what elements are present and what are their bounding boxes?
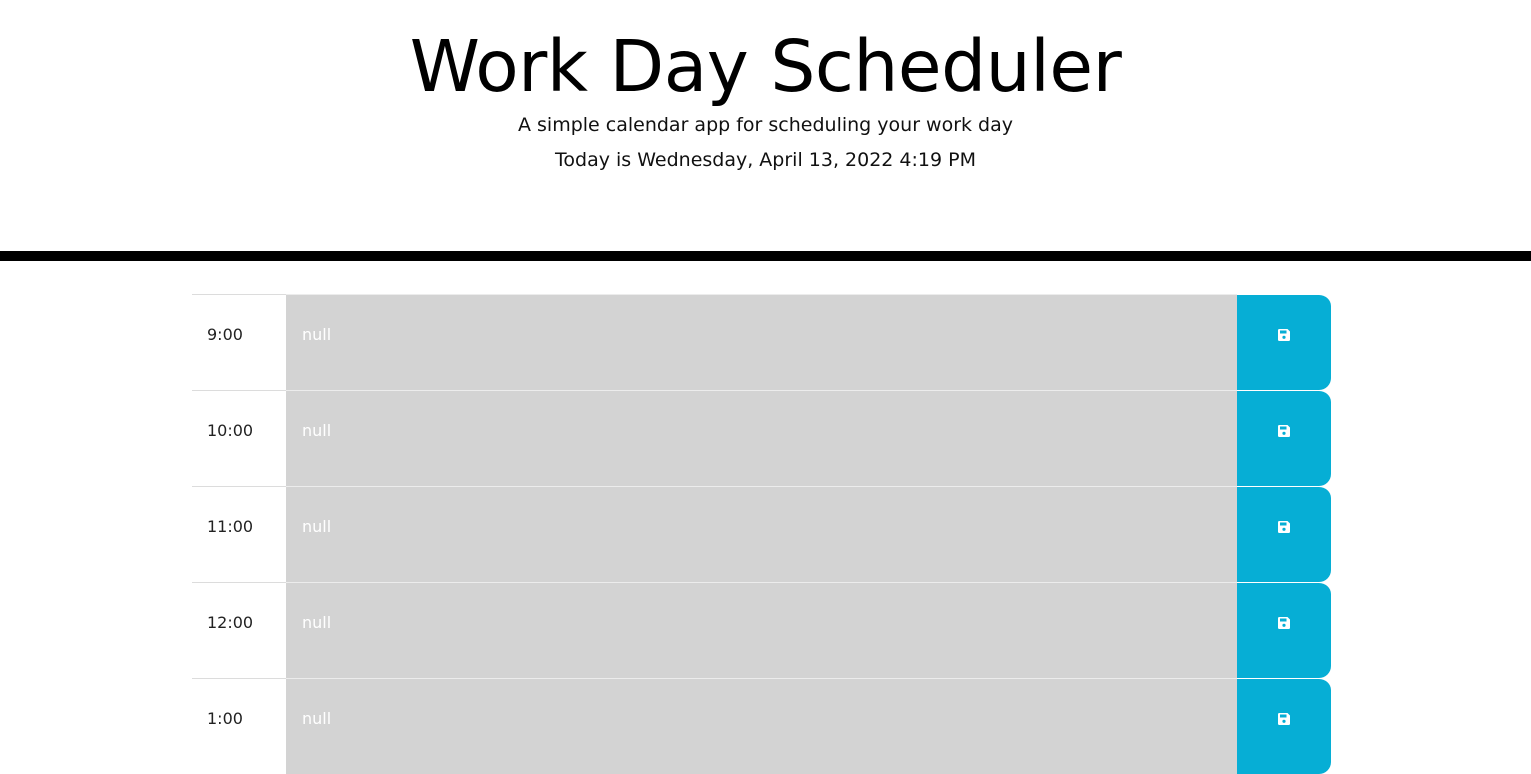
save-button[interactable] bbox=[1237, 678, 1331, 774]
timeblock-row: 10:00 null bbox=[192, 390, 1331, 486]
page-subtitle: A simple calendar app for scheduling you… bbox=[517, 114, 1014, 136]
floppy-disk-icon bbox=[1278, 616, 1290, 629]
save-button[interactable] bbox=[1237, 390, 1331, 486]
floppy-disk-icon bbox=[1278, 424, 1290, 437]
jumbotron-header: Work Day Scheduler A simple calendar app… bbox=[0, 0, 1531, 251]
floppy-disk-icon bbox=[1278, 520, 1290, 533]
save-button[interactable] bbox=[1237, 582, 1331, 678]
timeblock-row: 1:00 null bbox=[192, 678, 1331, 774]
current-day: Today is Wednesday, April 13, 2022 4:19 … bbox=[555, 149, 976, 171]
page-title: Work Day Scheduler bbox=[409, 25, 1122, 108]
hour-label: 9:00 bbox=[192, 294, 286, 390]
event-description[interactable]: null bbox=[286, 294, 1237, 390]
timeblock-row: 9:00 null bbox=[192, 294, 1331, 390]
header-divider bbox=[0, 251, 1531, 261]
event-description[interactable]: null bbox=[286, 486, 1237, 582]
hour-label: 10:00 bbox=[192, 390, 286, 486]
timeblock-list: 9:00 null 10:00 null 11:00 null 12:00 nu… bbox=[192, 294, 1331, 774]
hour-label: 11:00 bbox=[192, 486, 286, 582]
timeblock-row: 11:00 null bbox=[192, 486, 1331, 582]
hour-label: 1:00 bbox=[192, 678, 286, 774]
save-button[interactable] bbox=[1237, 486, 1331, 582]
floppy-disk-icon bbox=[1278, 328, 1290, 341]
event-description[interactable]: null bbox=[286, 390, 1237, 486]
floppy-disk-icon bbox=[1278, 712, 1290, 725]
event-description[interactable]: null bbox=[286, 678, 1237, 774]
timeblock-row: 12:00 null bbox=[192, 582, 1331, 678]
hour-label: 12:00 bbox=[192, 582, 286, 678]
event-description[interactable]: null bbox=[286, 582, 1237, 678]
save-button[interactable] bbox=[1237, 294, 1331, 390]
